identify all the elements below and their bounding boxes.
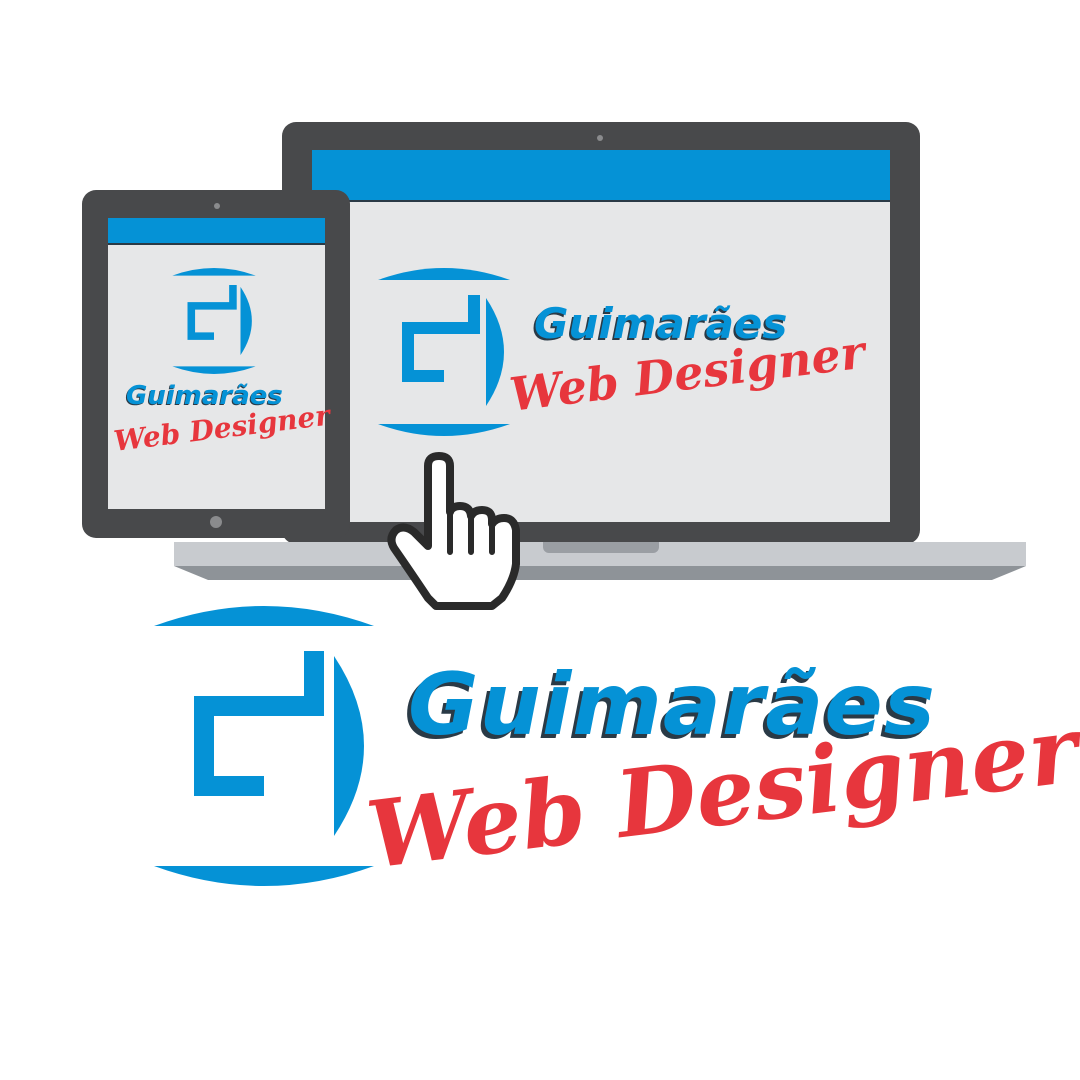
tablet-camera	[214, 203, 220, 209]
laptop-screen-header-bar	[312, 150, 890, 202]
g-emblem-icon	[378, 268, 510, 436]
laptop-camera	[597, 135, 603, 141]
tablet-logo-name: Guimarães	[126, 381, 283, 411]
g-emblem-icon	[172, 268, 256, 374]
tablet-home-button	[210, 516, 222, 528]
tablet-screen-header-bar	[108, 218, 325, 245]
g-emblem-icon	[154, 606, 374, 886]
laptop-base-edge	[174, 566, 1026, 580]
hand-pointer-icon	[387, 452, 520, 610]
laptop-notch	[543, 542, 659, 553]
